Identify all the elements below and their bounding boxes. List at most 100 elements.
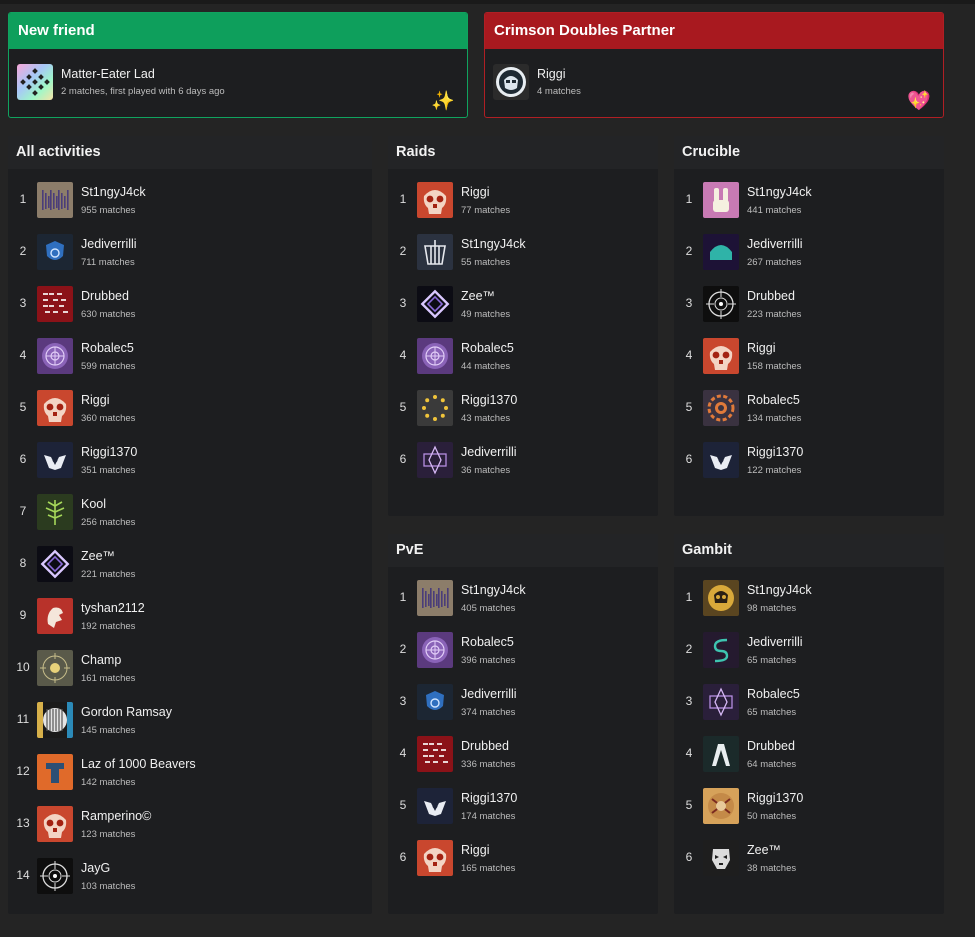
player-row[interactable]: 2 Jediverrilli 711 matches [8, 224, 372, 276]
player-name[interactable]: St1ngyJ4ck [81, 185, 146, 199]
player-name[interactable]: Robalec5 [747, 393, 800, 407]
player-row[interactable]: 5 Riggi1370 174 matches [388, 778, 658, 830]
player-row[interactable]: 1 Riggi 77 matches [388, 172, 658, 224]
player-name[interactable]: Riggi1370 [747, 445, 803, 459]
rank-number: 2 [685, 642, 693, 656]
player-row[interactable]: 3 Zee™ 49 matches [388, 276, 658, 328]
player-row[interactable]: 2 Jediverrilli 65 matches [674, 622, 944, 674]
player-name[interactable]: Riggi [747, 341, 776, 355]
player-name[interactable]: St1ngyJ4ck [461, 237, 526, 251]
player-row[interactable]: 3 Drubbed 630 matches [8, 276, 372, 328]
player-name[interactable]: Champ [81, 653, 121, 667]
player-row[interactable]: 1 St1ngyJ4ck 955 matches [8, 172, 372, 224]
player-name[interactable]: Ramperino© [81, 809, 151, 823]
player-name[interactable]: tyshan2112 [81, 601, 145, 615]
player-name[interactable]: Drubbed [461, 739, 509, 753]
player-name[interactable]: Zee™ [81, 549, 115, 563]
player-row[interactable]: 5 Riggi 360 matches [8, 380, 372, 432]
player-name[interactable]: Zee™ [461, 289, 495, 303]
match-count: 65 matches [747, 655, 797, 666]
rank-number: 4 [685, 746, 693, 760]
player-name[interactable]: Robalec5 [461, 635, 514, 649]
player-name[interactable]: Gordon Ramsay [81, 705, 172, 719]
ghost-emblem-icon [703, 442, 739, 478]
player-row[interactable]: 6 Riggi1370 351 matches [8, 432, 372, 484]
player-name[interactable]: Laz of 1000 Beavers [81, 757, 196, 771]
player-row[interactable]: 14 JayG 103 matches [8, 848, 372, 900]
player-row[interactable]: 1 St1ngyJ4ck 98 matches [674, 570, 944, 622]
player-row[interactable]: 4 Robalec5 44 matches [388, 328, 658, 380]
player-row[interactable]: 6 Jediverrilli 36 matches [388, 432, 658, 484]
player-row[interactable]: 2 Robalec5 396 matches [388, 622, 658, 674]
player-name[interactable]: JayG [81, 861, 110, 875]
player-row[interactable]: 3 Jediverrilli 374 matches [388, 674, 658, 726]
crimson-doubles-card[interactable]: Crimson Doubles Partner Riggi 4 matches … [484, 12, 944, 118]
player-name[interactable]: Jediverrilli [461, 445, 517, 459]
player-row[interactable]: 5 Riggi1370 43 matches [388, 380, 658, 432]
player-row[interactable]: 6 Riggi 165 matches [388, 830, 658, 882]
player-row[interactable]: 6 Zee™ 38 matches [674, 830, 944, 882]
player-row[interactable]: 4 Drubbed 336 matches [388, 726, 658, 778]
player-row[interactable]: 5 Robalec5 134 matches [674, 380, 944, 432]
new-friend-card[interactable]: New friend Matter-Eater Lad 2 matches, f… [8, 12, 468, 118]
player-name[interactable]: Riggi [461, 185, 490, 199]
ghost-emblem-icon [417, 788, 453, 824]
gold-skull-emblem-icon [703, 580, 739, 616]
rank-number: 3 [399, 296, 407, 310]
player-row[interactable]: 13 Ramperino© 123 matches [8, 796, 372, 848]
purple-sigil-emblem-icon [417, 338, 453, 374]
player-name[interactable]: Riggi1370 [461, 393, 517, 407]
player-name[interactable]: Zee™ [747, 843, 781, 857]
rank-number: 4 [399, 746, 407, 760]
player-row[interactable]: 8 Zee™ 221 matches [8, 536, 372, 588]
player-name[interactable]: Riggi1370 [81, 445, 137, 459]
teal-arch-emblem-icon [703, 234, 739, 270]
player-row[interactable]: 10 Champ 161 matches [8, 640, 372, 692]
player-name[interactable]: Jediverrilli [81, 237, 137, 251]
player-row[interactable]: 1 St1ngyJ4ck 405 matches [388, 570, 658, 622]
rank-number: 9 [19, 608, 27, 622]
player-name[interactable]: St1ngyJ4ck [461, 583, 526, 597]
match-count: 267 matches [747, 257, 802, 268]
sparkles-icon: ✨ [431, 91, 455, 112]
player-name[interactable]: Jediverrilli [747, 237, 803, 251]
player-name[interactable]: Robalec5 [461, 341, 514, 355]
player-row[interactable]: 1 St1ngyJ4ck 441 matches [674, 172, 944, 224]
player-row[interactable]: 9 tyshan2112 192 matches [8, 588, 372, 640]
player-name[interactable]: Riggi [81, 393, 110, 407]
player-row[interactable]: 4 Drubbed 64 matches [674, 726, 944, 778]
player-name[interactable]: Riggi1370 [747, 791, 803, 805]
player-name[interactable]: Drubbed [81, 289, 129, 303]
bunny-emblem-icon [703, 182, 739, 218]
player-row[interactable]: 2 Jediverrilli 267 matches [674, 224, 944, 276]
rank-number: 6 [685, 850, 693, 864]
player-row[interactable]: 11 Gordon Ramsay 145 matches [8, 692, 372, 744]
friend-name[interactable]: Matter-Eater Lad [61, 67, 155, 81]
player-row[interactable]: 4 Robalec5 599 matches [8, 328, 372, 380]
player-name[interactable]: Robalec5 [81, 341, 134, 355]
partner-name[interactable]: Riggi [537, 67, 566, 81]
player-row[interactable]: 3 Robalec5 65 matches [674, 674, 944, 726]
player-name[interactable]: St1ngyJ4ck [747, 185, 812, 199]
player-name[interactable]: Riggi1370 [461, 791, 517, 805]
player-name[interactable]: Jediverrilli [461, 687, 517, 701]
rank-number: 6 [399, 850, 407, 864]
player-name[interactable]: Riggi [461, 843, 490, 857]
tree-emblem-icon [37, 494, 73, 530]
player-row[interactable]: 2 St1ngyJ4ck 55 matches [388, 224, 658, 276]
match-count: 165 matches [461, 863, 516, 874]
player-row[interactable]: 12 Laz of 1000 Beavers 142 matches [8, 744, 372, 796]
player-row[interactable]: 4 Riggi 158 matches [674, 328, 944, 380]
player-name[interactable]: Robalec5 [747, 687, 800, 701]
player-row[interactable]: 5 Riggi1370 50 matches [674, 778, 944, 830]
player-name[interactable]: Kool [81, 497, 106, 511]
match-count: 55 matches [461, 257, 511, 268]
player-row[interactable]: 3 Drubbed 223 matches [674, 276, 944, 328]
player-name[interactable]: Jediverrilli [747, 635, 803, 649]
player-name[interactable]: Drubbed [747, 289, 795, 303]
player-name[interactable]: Drubbed [747, 739, 795, 753]
player-name[interactable]: St1ngyJ4ck [747, 583, 812, 597]
player-row[interactable]: 6 Riggi1370 122 matches [674, 432, 944, 484]
rank-number: 5 [399, 798, 407, 812]
player-row[interactable]: 7 Kool 256 matches [8, 484, 372, 536]
